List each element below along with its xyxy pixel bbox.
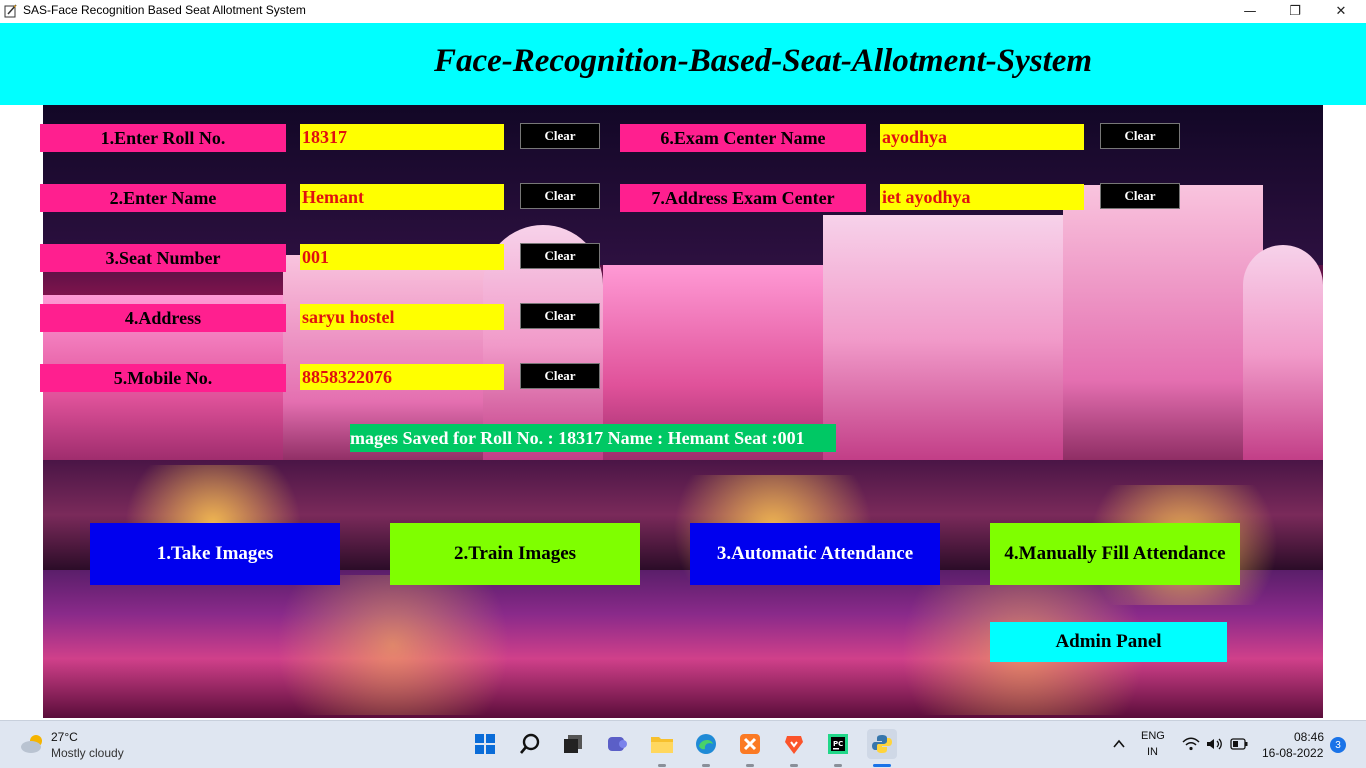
clear-seat-number-button[interactable]: Clear — [520, 243, 600, 269]
chevron-up-icon[interactable] — [1112, 737, 1126, 751]
seat-number-input[interactable] — [300, 244, 504, 270]
app-feather-icon — [4, 4, 17, 18]
active-app-indicator — [873, 764, 891, 767]
admin-panel-button[interactable]: Admin Panel — [990, 622, 1227, 662]
train-images-button[interactable]: 2.Train Images — [390, 523, 640, 585]
brave-browser-icon[interactable] — [779, 729, 809, 759]
app-header: Face-Recognition-Based-Seat-Allotment-Sy… — [0, 23, 1366, 105]
battery-icon[interactable] — [1230, 738, 1248, 750]
exam-center-name-label: 6.Exam Center Name — [620, 124, 866, 152]
clock-time[interactable]: 08:46 — [1294, 730, 1324, 744]
address-label: 4.Address — [40, 304, 286, 332]
window-title-bar[interactable]: SAS-Face Recognition Based Seat Allotmen… — [0, 0, 1366, 23]
mobile-no-label: 5.Mobile No. — [40, 364, 286, 392]
name-label: 2.Enter Name — [40, 184, 286, 212]
volume-icon[interactable] — [1206, 737, 1224, 751]
weather-temperature[interactable]: 27°C — [51, 730, 78, 744]
exam-center-name-input[interactable] — [880, 124, 1084, 150]
automatic-attendance-button[interactable]: 3.Automatic Attendance — [690, 523, 940, 585]
taskbar: 27°C Mostly cloudy PC ENG IN 08:46 16-08… — [0, 720, 1366, 768]
running-indicator — [834, 764, 842, 767]
clear-mobile-no-button[interactable]: Clear — [520, 363, 600, 389]
clear-roll-no-button[interactable]: Clear — [520, 123, 600, 149]
close-button[interactable]: ✕ — [1318, 0, 1364, 23]
background-building — [823, 215, 1083, 465]
background-building — [1063, 185, 1263, 465]
background-tower — [1243, 245, 1323, 465]
running-indicator — [702, 764, 710, 767]
task-view-icon[interactable] — [558, 729, 588, 759]
edge-browser-icon[interactable] — [691, 729, 721, 759]
clock-date[interactable]: 16-08-2022 — [1262, 746, 1323, 760]
windows-start-icon[interactable] — [470, 729, 500, 759]
python-icon[interactable] — [867, 729, 897, 759]
weather-condition[interactable]: Mostly cloudy — [51, 746, 124, 760]
minimize-button[interactable]: — — [1227, 0, 1273, 23]
file-explorer-icon[interactable] — [647, 729, 677, 759]
running-indicator — [790, 764, 798, 767]
roll-no-input[interactable] — [300, 124, 504, 150]
teams-chat-icon[interactable] — [602, 729, 632, 759]
address-input[interactable] — [300, 304, 504, 330]
clear-exam-center-address-button[interactable]: Clear — [1100, 183, 1180, 209]
clear-name-button[interactable]: Clear — [520, 183, 600, 209]
status-message: Images Saved for Roll No. : 18317 Name :… — [350, 424, 836, 452]
name-input[interactable] — [300, 184, 504, 210]
region-indicator[interactable]: IN — [1147, 746, 1158, 758]
wifi-icon[interactable] — [1182, 737, 1200, 751]
language-indicator[interactable]: ENG — [1141, 730, 1165, 742]
pycharm-icon[interactable]: PC — [823, 729, 853, 759]
xampp-icon[interactable] — [735, 729, 765, 759]
notification-badge[interactable]: 3 — [1330, 737, 1346, 753]
running-indicator — [746, 764, 754, 767]
lamp-reflection — [243, 575, 543, 715]
clear-exam-center-name-button[interactable]: Clear — [1100, 123, 1180, 149]
weather-cloud-icon[interactable] — [20, 733, 46, 755]
mobile-no-input[interactable] — [300, 364, 504, 390]
running-indicator — [658, 764, 666, 767]
status-message-text: Images Saved for Roll No. : 18317 Name :… — [350, 427, 805, 448]
window-title: SAS-Face Recognition Based Seat Allotmen… — [23, 3, 306, 17]
take-images-button[interactable]: 1.Take Images — [90, 523, 340, 585]
exam-center-address-input[interactable] — [880, 184, 1084, 210]
clear-address-button[interactable]: Clear — [520, 303, 600, 329]
search-icon[interactable] — [515, 729, 545, 759]
exam-center-address-label: 7.Address Exam Center — [620, 184, 866, 212]
svg-text:PC: PC — [833, 740, 843, 748]
manual-attendance-button[interactable]: 4.Manually Fill Attendance — [990, 523, 1240, 585]
seat-number-label: 3.Seat Number — [40, 244, 286, 272]
roll-no-label: 1.Enter Roll No. — [40, 124, 286, 152]
page-title: Face-Recognition-Based-Seat-Allotment-Sy… — [433, 43, 1093, 79]
maximize-button[interactable]: ❐ — [1272, 0, 1318, 23]
